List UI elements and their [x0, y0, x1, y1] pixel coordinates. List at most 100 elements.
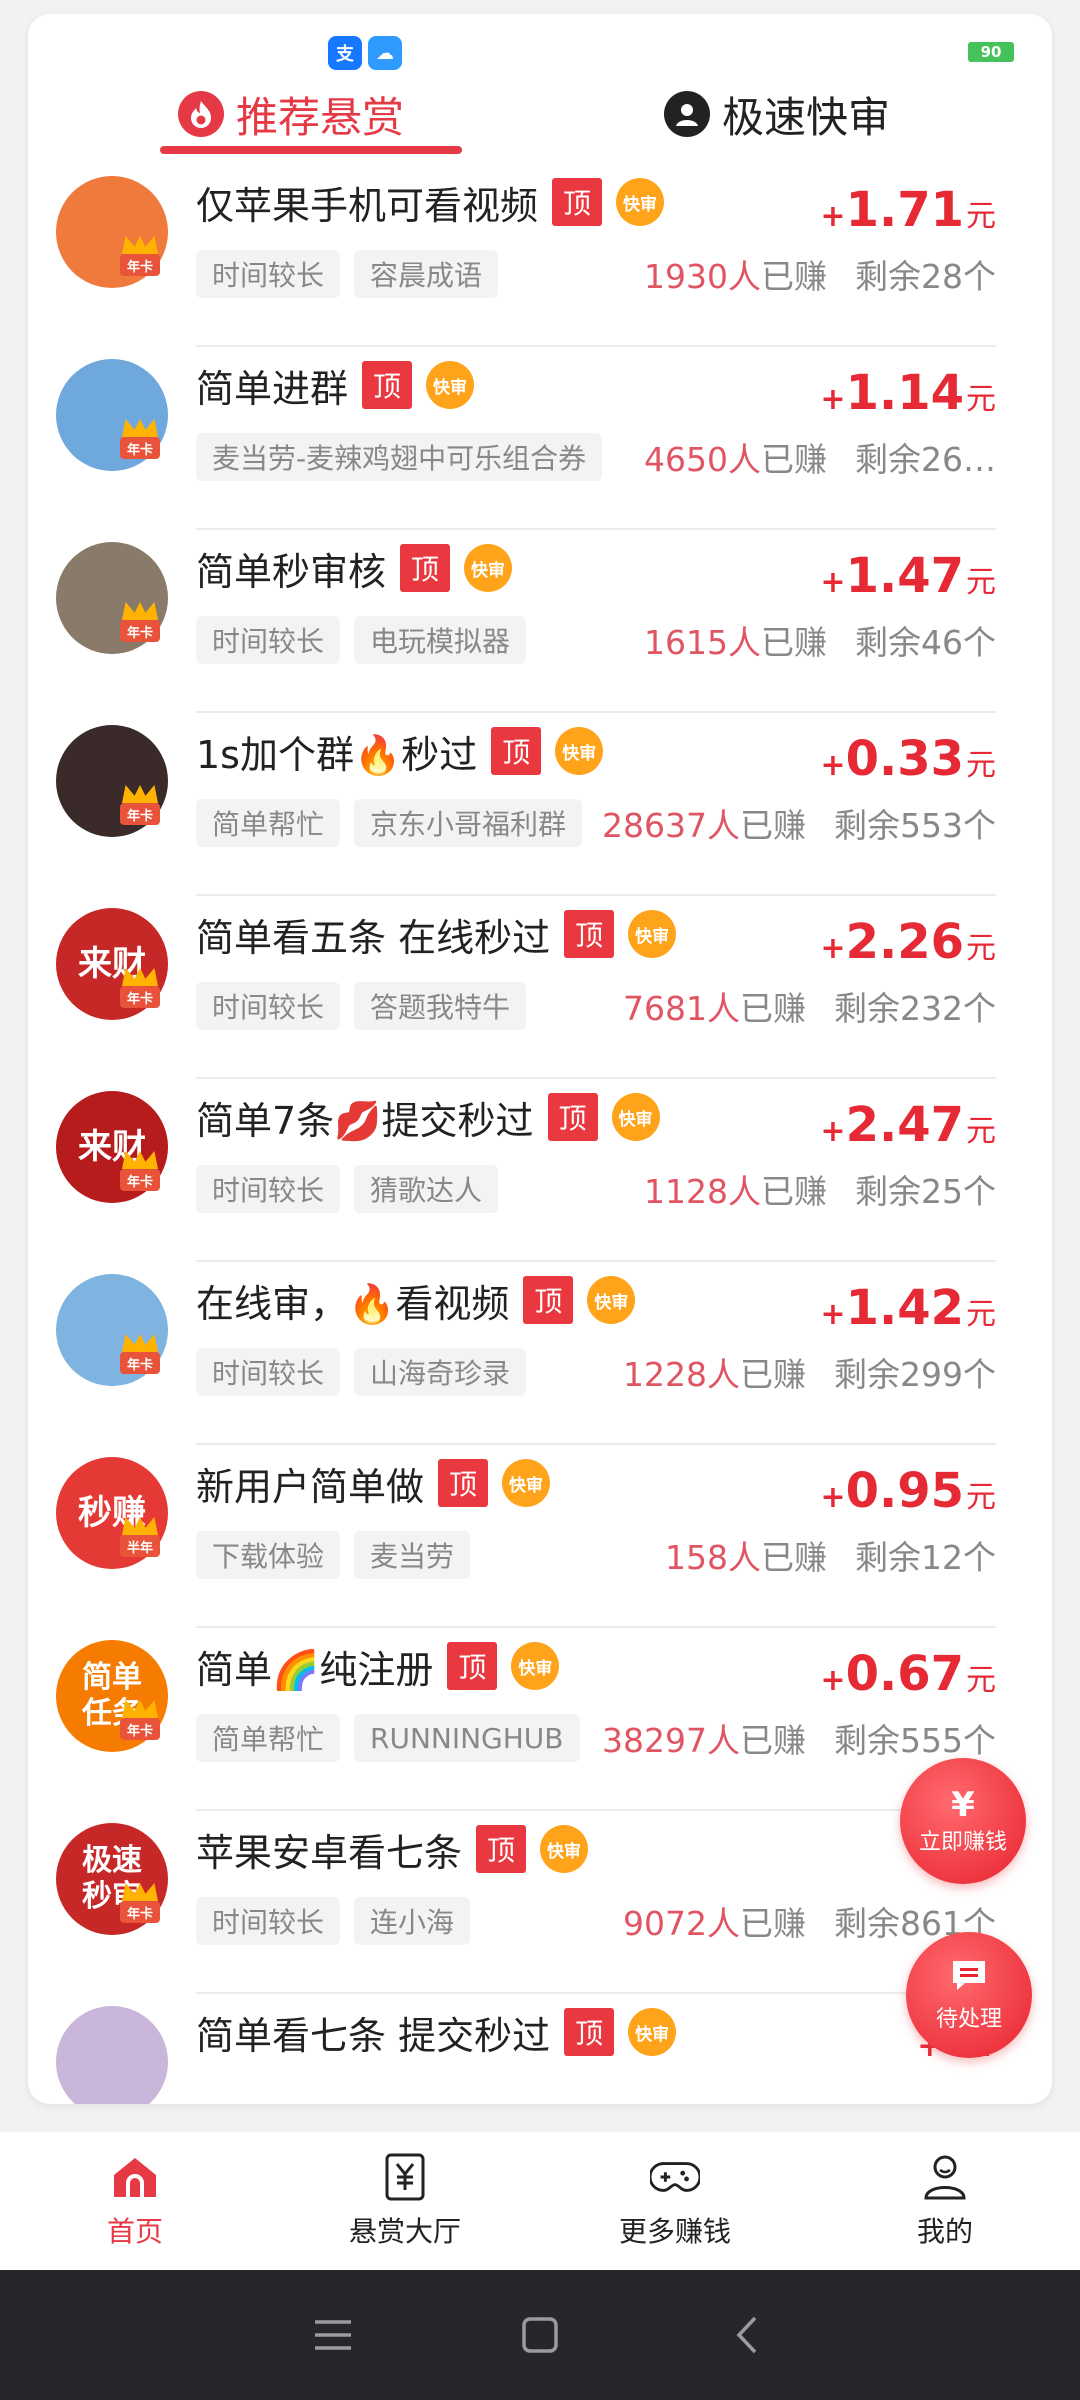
task-title-row: 在线审，🔥看视频顶快审	[196, 1274, 636, 1326]
task-tag: 简单帮忙	[196, 799, 341, 847]
nav-more-earn[interactable]: 更多赚钱	[540, 2132, 810, 2270]
task-row[interactable]: 年卡 简单秒审核顶快审 +1.47 元时间较长 电玩模拟器 1615人 已赚 剩余46个	[28, 530, 1052, 713]
task-reward: +1.42 元	[820, 1280, 996, 1336]
back-icon[interactable]	[719, 2307, 775, 2363]
reward-unit: 元	[966, 1297, 996, 1332]
task-tags: 时间较长 答题我特牛	[196, 982, 527, 1030]
task-row[interactable]: 来财 年卡 简单7条💋提交秒过顶快审 +2.47 元时间较长 猜歌达人 1128人 已赚 剩余2…	[28, 1079, 1052, 1262]
task-title-row: 简单🌈纯注册顶快审	[196, 1640, 560, 1692]
task-row[interactable]: 来财 年卡 简单看五条 在线秒过顶快审 +2.26 元时间较长 答题我特牛 7681人 已赚剩…	[28, 896, 1052, 1079]
reward-sign: +	[820, 199, 846, 234]
task-title: 简单秒审核	[196, 549, 387, 594]
year-card-label: 年卡	[120, 1169, 160, 1191]
nav-reward-hall[interactable]: 悬赏大厅	[270, 2132, 540, 2270]
reward-sign: +	[820, 1297, 846, 1332]
task-row[interactable]: 简单看七条 提交秒过顶快审+4.	[28, 1994, 1052, 2104]
earned-label: 已赚	[740, 1721, 806, 1760]
reward-sign: +	[820, 565, 846, 600]
task-title-row: 简单7条💋提交秒过顶快审	[196, 1091, 660, 1143]
reward-amount: 1.47	[845, 548, 964, 604]
pending-label: 待处理	[935, 2007, 1002, 2032]
task-tags: 时间较长 电玩模拟器	[196, 616, 527, 664]
nav-mine-label: 我的	[916, 2215, 973, 2248]
task-title: 简单看七条 提交秒过	[196, 2013, 551, 2058]
year-card-badge: 半年	[116, 1517, 164, 1565]
task-stats: 1128人 已赚 剩余25个	[644, 1165, 996, 1213]
tab-recommended-label: 推荐悬赏	[236, 92, 405, 142]
nav-home[interactable]: 首页	[0, 2132, 270, 2270]
task-tags: 下载体验 麦当劳	[196, 1531, 471, 1579]
crown-icon	[122, 1883, 158, 1901]
fast-review-badge: 快审	[540, 1825, 589, 1873]
reward-sign: +	[820, 1663, 846, 1698]
task-title: 简单7条💋提交秒过	[196, 1098, 534, 1143]
task-title: 新用户简单做	[196, 1464, 425, 1509]
earned-count: 1128人	[644, 1172, 761, 1211]
task-list: 年卡 仅苹果手机可看视频顶快审 +1.71 元时间较长 容晨成语 1930人 已赚 剩余28个…	[28, 164, 1052, 2104]
task-title: 在线审，🔥看视频	[196, 1281, 510, 1326]
reward-amount: 0.67	[845, 1646, 964, 1702]
reward-sign: +	[820, 931, 846, 966]
fast-review-badge: 快审	[587, 1276, 636, 1324]
task-tag: 时间较长	[196, 982, 341, 1030]
fire-icon	[178, 91, 224, 137]
fast-review-badge: 快审	[555, 727, 604, 775]
task-tag: 时间较长	[196, 1165, 341, 1213]
menu-icon[interactable]	[305, 2307, 361, 2363]
task-row[interactable]: 年卡 在线审，🔥看视频顶快审 +1.42 元时间较长 山海奇珍录 1228人 已赚 剩余299…	[28, 1262, 1052, 1445]
task-tag: 连小海	[354, 1897, 471, 1945]
profile-icon	[920, 2152, 970, 2202]
task-title: 简单进群	[196, 366, 349, 411]
task-title: 仅苹果手机可看视频	[196, 183, 539, 228]
fast-review-badge: 快审	[511, 1642, 560, 1690]
task-row[interactable]: 简单任务 年卡 简单🌈纯注册顶快审 +0.67 元简单帮忙 RUNNINGHUB 38297…	[28, 1628, 1052, 1811]
home-square-icon[interactable]	[512, 2307, 568, 2363]
earn-now-button[interactable]: ¥ 立即赚钱	[900, 1758, 1026, 1884]
fast-review-badge: 快审	[611, 1093, 660, 1141]
task-row[interactable]: 年卡 仅苹果手机可看视频顶快审 +1.71 元时间较长 容晨成语 1930人 已赚 剩余28个	[28, 164, 1052, 347]
task-row[interactable]: 秒赚 半年 新用户简单做顶快审 +0.95 元下载体验 麦当劳 158人 已赚 剩余12个	[28, 1445, 1052, 1628]
task-tags: 时间较长 连小海	[196, 1897, 471, 1945]
remaining-count: 剩余26…	[855, 440, 996, 479]
year-card-badge: 年卡	[116, 785, 164, 833]
fast-review-badge: 快审	[616, 178, 665, 226]
task-title-row: 仅苹果手机可看视频顶快审	[196, 176, 665, 228]
remaining-count: 剩余25个	[855, 1172, 996, 1211]
crown-icon	[122, 236, 158, 254]
earn-now-label: 立即赚钱	[918, 1830, 1007, 1855]
reward-amount: 2.26	[845, 914, 964, 970]
remaining-count: 剩余46个	[855, 623, 996, 662]
earned-count: 1930人	[644, 257, 761, 296]
year-card-badge: 年卡	[116, 419, 164, 467]
task-reward: +2.47 元	[820, 1097, 996, 1153]
reward-unit: 元	[966, 748, 996, 783]
earned-label: 已赚	[740, 1904, 806, 1943]
task-title: 1s加个群🔥秒过	[196, 732, 478, 777]
tab-fast-review[interactable]: 极速快审	[664, 74, 890, 154]
earned-count: 4650人	[644, 440, 761, 479]
year-card-badge: 年卡	[116, 1700, 164, 1748]
task-tag: 下载体验	[196, 1531, 341, 1579]
task-reward: +1.71 元	[820, 182, 996, 238]
crown-icon	[122, 785, 158, 803]
top-badge: 顶	[547, 1093, 598, 1141]
task-row[interactable]: 年卡 1s加个群🔥秒过顶快审 +0.33 元简单帮忙 京东小哥福利群 28637人 已赚 剩余…	[28, 713, 1052, 896]
fast-review-badge: 快审	[628, 2008, 677, 2056]
top-badge: 顶	[476, 1825, 527, 1873]
task-row[interactable]: 极速秒审年卡苹果安卓看七条顶快审+时间较长连小海9072人已赚剩余861个	[28, 1811, 1052, 1994]
top-badge: 顶	[491, 727, 542, 775]
task-row[interactable]: 年卡 简单进群顶快审 +1.14 元麦当劳-麦辣鸡翅中可乐组合券 4650人 已赚 剩余26…	[28, 347, 1052, 530]
task-avatar	[56, 2006, 168, 2104]
bottom-nav: 首页 悬赏大厅 更多赚钱 我的	[0, 2132, 1080, 2270]
task-tags: 麦当劳-麦辣鸡翅中可乐组合券	[196, 433, 603, 481]
task-tag: 京东小哥福利群	[354, 799, 583, 847]
pending-button[interactable]: 待处理	[906, 1932, 1032, 2058]
year-card-badge: 年卡	[116, 602, 164, 650]
earned-count: 28637人	[602, 806, 740, 845]
task-tag: 时间较长	[196, 616, 341, 664]
earned-label: 已赚	[740, 1355, 806, 1394]
crown-icon	[122, 1334, 158, 1352]
nav-mine[interactable]: 我的	[810, 2132, 1080, 2270]
tab-recommended[interactable]: 推荐悬赏	[178, 74, 404, 154]
year-card-label: 年卡	[120, 254, 160, 276]
